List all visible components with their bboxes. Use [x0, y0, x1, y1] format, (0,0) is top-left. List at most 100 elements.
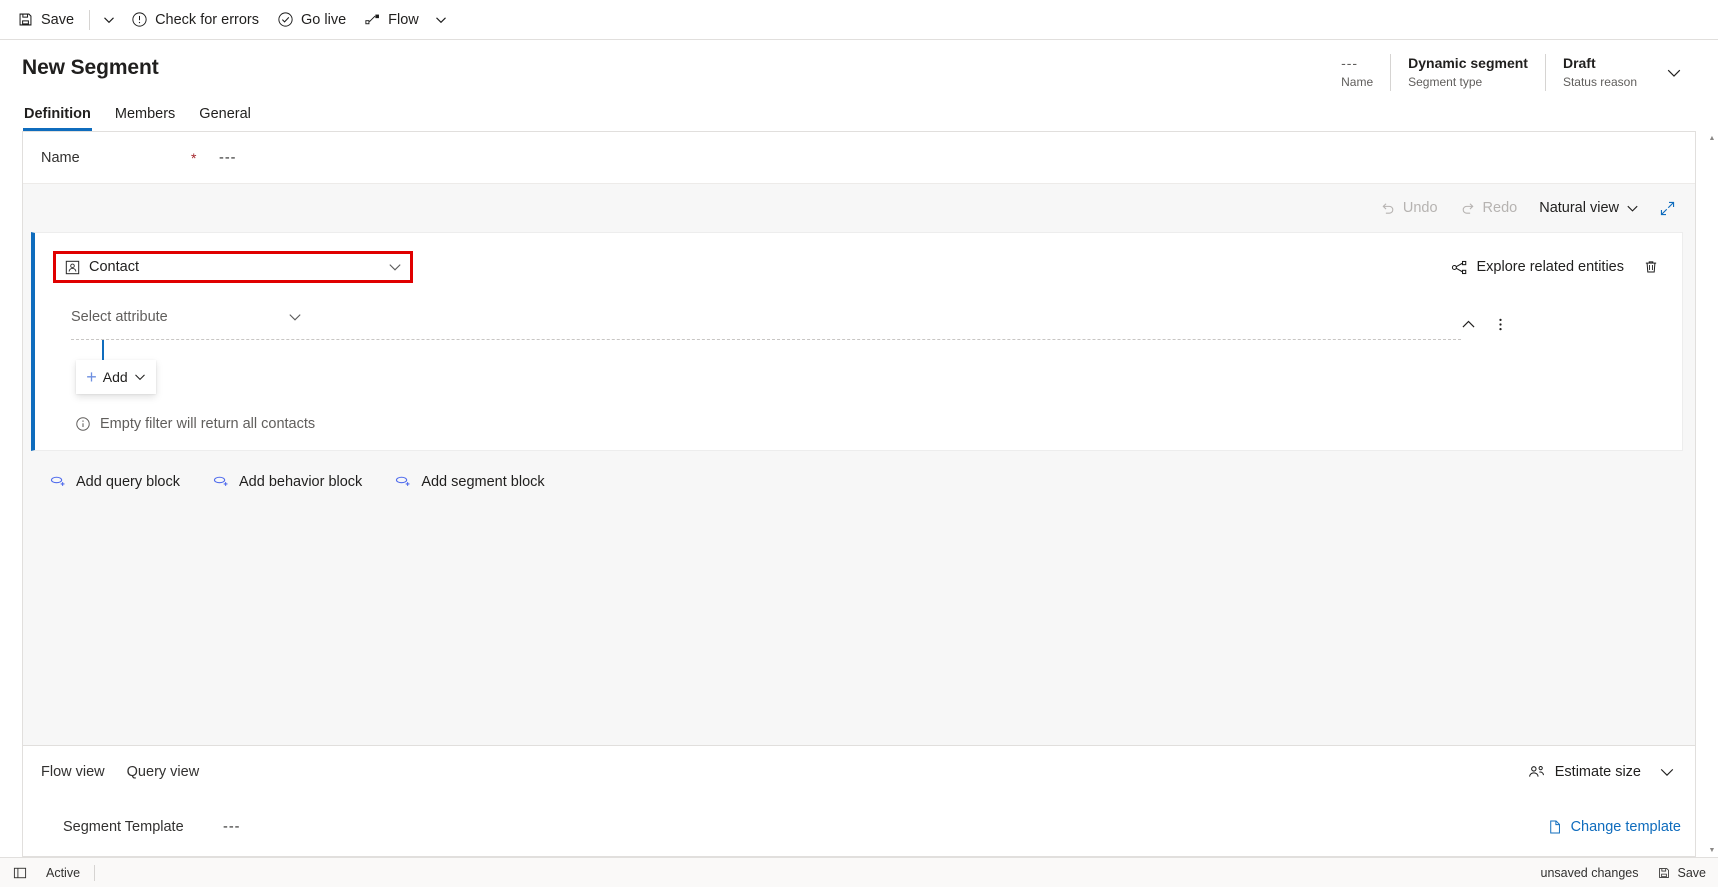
undo-button[interactable]: Undo [1370, 192, 1448, 224]
estimate-size-caret[interactable] [1651, 756, 1683, 788]
add-query-block-button[interactable]: Add query block [49, 473, 180, 490]
document-icon [1547, 819, 1563, 835]
query-block: Contact Explore related entities Select … [31, 232, 1683, 451]
tab-definition[interactable]: Definition [23, 104, 92, 131]
query-view-tab[interactable]: Query view [127, 764, 200, 780]
add-behavior-block-label: Add behavior block [238, 473, 363, 490]
page-header: New Segment --- Name Dynamic segment Seg… [0, 40, 1718, 131]
delete-query-block-button[interactable] [1636, 252, 1666, 282]
status-save-button[interactable]: Save [1657, 865, 1707, 880]
add-condition-button[interactable]: + Add [76, 360, 156, 394]
go-live-button[interactable]: Go live [268, 3, 355, 37]
expand-canvas-button[interactable] [1651, 192, 1683, 224]
chevron-down-icon [103, 14, 115, 26]
header-meta-expand-button[interactable] [1658, 54, 1690, 91]
expand-pane-button[interactable] [8, 861, 32, 885]
info-circle-icon [75, 416, 91, 432]
explore-related-entities-label: Explore related entities [1476, 259, 1625, 275]
status-state-label: Active [46, 865, 81, 880]
app-root: Save Check for errors Go live Flow New S… [0, 0, 1718, 887]
canvas-toolbar: Undo Redo Natural view [23, 184, 1695, 232]
header-meta-segment-type-value: Dynamic segment [1408, 55, 1528, 71]
add-block-links: Add query block Add behavior block Add s… [31, 451, 1683, 490]
vertical-scrollbar[interactable]: ▲ ▼ [1706, 131, 1718, 857]
chevron-down-icon [1666, 65, 1682, 81]
add-segment-block-button[interactable]: Add segment block [394, 473, 545, 490]
attribute-divider [71, 339, 1461, 340]
view-mode-dropdown[interactable]: Natural view [1529, 192, 1649, 224]
check-for-errors-button[interactable]: Check for errors [122, 3, 268, 37]
name-field-value[interactable]: --- [219, 150, 237, 166]
add-block-icon [394, 473, 411, 490]
plus-icon: + [86, 367, 97, 387]
empty-filter-hint: Empty filter will return all contacts [75, 416, 1666, 432]
flow-button[interactable]: Flow [355, 3, 428, 37]
attribute-row: Select attribute [53, 309, 1666, 339]
flow-view-label: Flow view [41, 764, 105, 780]
attribute-placeholder: Select attribute [71, 309, 168, 325]
header-meta-segment-type-label: Segment type [1408, 75, 1483, 89]
redo-button-label: Redo [1482, 200, 1518, 216]
related-entities-icon [1451, 259, 1468, 276]
exclamation-circle-icon [131, 11, 148, 28]
add-query-block-label: Add query block [76, 473, 180, 490]
segment-template-value: --- [223, 819, 241, 835]
save-icon [17, 11, 34, 28]
collapse-attribute-button[interactable] [1453, 309, 1483, 339]
estimate-size-button[interactable]: Estimate size [1519, 756, 1649, 788]
attribute-row-actions [1453, 309, 1515, 339]
name-field-label: Name [41, 149, 80, 166]
estimate-size-group: Estimate size [1519, 756, 1683, 788]
tab-members[interactable]: Members [114, 104, 176, 131]
header-meta-name-label: Name [1341, 75, 1374, 89]
check-circle-icon [277, 11, 294, 28]
contact-entity-icon [65, 260, 80, 275]
title-row: New Segment --- Name Dynamic segment Seg… [22, 54, 1696, 91]
status-save-label: Save [1677, 865, 1707, 880]
scroll-down-arrow[interactable]: ▼ [1707, 845, 1717, 855]
view-mode-label: Natural view [1539, 200, 1619, 216]
expand-pane-icon [13, 866, 27, 880]
save-button[interactable]: Save [8, 3, 83, 37]
name-field-row: Name * --- [23, 132, 1695, 184]
attribute-more-menu-button[interactable] [1485, 309, 1515, 339]
view-row: Flow view Query view Estimate size [23, 746, 1695, 798]
undo-icon [1380, 200, 1396, 216]
save-options-caret[interactable] [96, 3, 122, 37]
flow-view-tab[interactable]: Flow view [41, 764, 105, 780]
segment-canvas: Undo Redo Natural view Contact Explore r… [23, 184, 1695, 745]
chevron-down-icon [134, 371, 146, 383]
chevron-down-icon [1659, 764, 1675, 780]
check-for-errors-label: Check for errors [155, 11, 260, 28]
tab-general[interactable]: General [198, 104, 252, 131]
header-meta-status-reason-label: Status reason [1562, 75, 1637, 89]
segment-template-label: Segment Template [63, 819, 184, 835]
block-connector-line [102, 340, 104, 360]
flow-options-caret[interactable] [428, 3, 454, 37]
flow-button-label: Flow [388, 11, 419, 28]
redo-button[interactable]: Redo [1450, 192, 1528, 224]
attribute-select[interactable]: Select attribute [53, 309, 1443, 334]
add-behavior-block-button[interactable]: Add behavior block [212, 473, 362, 490]
scroll-up-arrow[interactable]: ▲ [1707, 133, 1717, 143]
header-meta-name-value: --- [1341, 55, 1359, 71]
trash-icon [1643, 259, 1659, 275]
change-template-button[interactable]: Change template [1547, 819, 1681, 835]
chevron-up-icon [1461, 317, 1476, 332]
people-estimate-icon [1527, 763, 1546, 782]
chevron-down-icon [1626, 202, 1639, 215]
chevron-down-icon [435, 14, 447, 26]
explore-related-entities-button[interactable]: Explore related entities [1443, 251, 1633, 283]
tab-members-label: Members [114, 106, 176, 122]
required-asterisk: * [191, 149, 197, 166]
header-meta-group: --- Name Dynamic segment Segment type Dr… [1324, 54, 1696, 91]
header-meta-segment-type: Dynamic segment Segment type [1390, 54, 1545, 91]
save-icon [1657, 866, 1671, 880]
tab-general-label: General [199, 106, 251, 122]
redo-icon [1460, 200, 1476, 216]
unsaved-changes-label: unsaved changes [1540, 865, 1639, 880]
page-title: New Segment [22, 56, 159, 79]
entity-picker[interactable]: Contact [53, 251, 413, 283]
more-vertical-icon [1493, 317, 1508, 332]
add-condition-label: Add [102, 369, 128, 385]
